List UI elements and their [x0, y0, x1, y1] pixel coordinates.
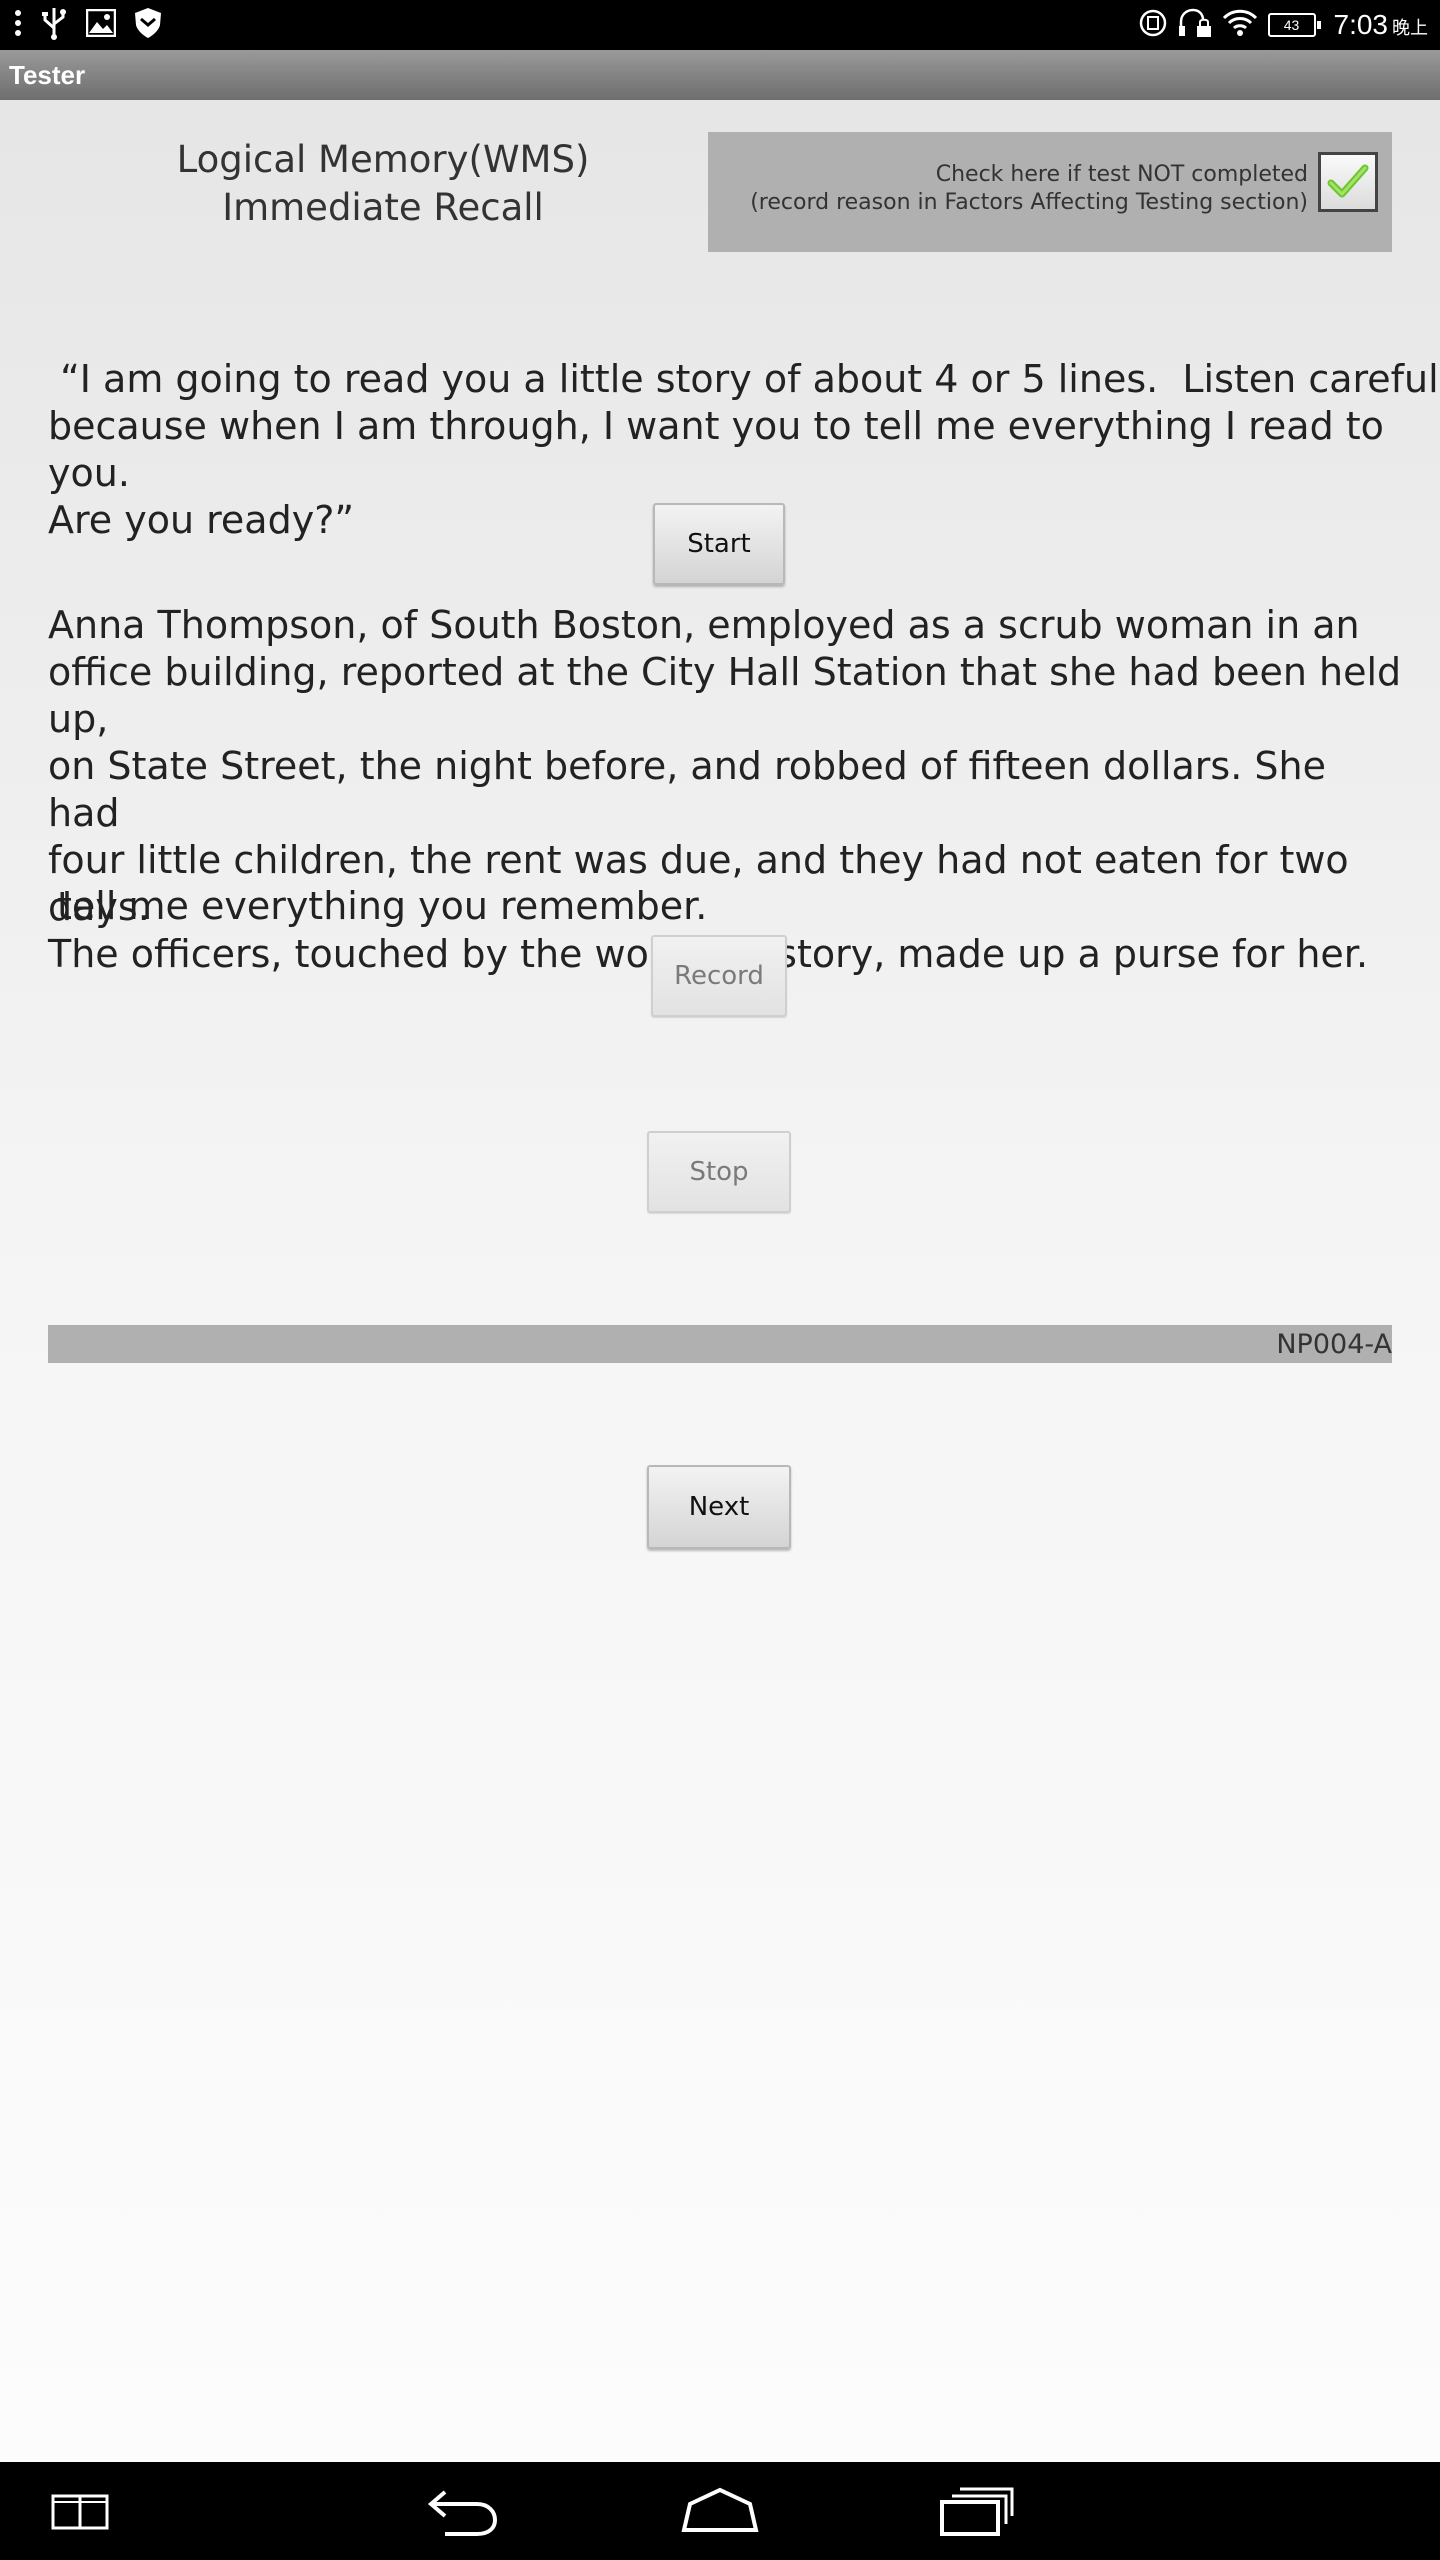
recall-prompt: tell me everything you remember.: [57, 884, 708, 928]
start-button[interactable]: Start: [653, 503, 785, 585]
back-icon[interactable]: [425, 2482, 501, 2542]
not-completed-panel: Check here if test NOT completed (record…: [708, 132, 1392, 252]
next-button[interactable]: Next: [647, 1465, 791, 1549]
menu-dots-icon: [14, 8, 22, 42]
instruction-line: “I am going to read you a little story o…: [48, 357, 1440, 401]
not-completed-hint: (record reason in Factors Affecting Test…: [750, 190, 1308, 215]
story-line: on State Street, the night before, and r…: [48, 744, 1326, 835]
instruction-line: because when I am through, I want you to…: [48, 404, 1384, 495]
story-line: Anna Thompson, of South Boston, employed…: [48, 603, 1360, 647]
test-title-line1: Logical Memory(WMS): [176, 138, 590, 181]
split-screen-icon[interactable]: [50, 2482, 110, 2542]
stop-button[interactable]: Stop: [647, 1131, 791, 1213]
wifi-icon: [1222, 8, 1258, 42]
record-button[interactable]: Record: [651, 935, 787, 1017]
form-id: NP004-A: [1276, 1329, 1392, 1360]
recent-apps-icon[interactable]: [938, 2482, 1014, 2542]
battery-icon: 43: [1267, 13, 1321, 37]
system-nav-bar: [0, 2462, 1440, 2560]
main-content: Logical Memory(WMS) Immediate Recall Che…: [0, 100, 1440, 2462]
usb-icon: [40, 6, 68, 44]
headset-lock-icon: [1178, 8, 1212, 42]
image-icon: [85, 8, 117, 41]
app-title-bar: Tester: [0, 50, 1440, 100]
app-title: Tester: [9, 60, 86, 90]
status-bar: 43 7:03 晚上: [0, 0, 1440, 50]
sync-icon: [1138, 8, 1168, 42]
clock-suffix: 晚上: [1392, 18, 1428, 39]
checkmark-icon: [1327, 164, 1369, 198]
test-title: Logical Memory(WMS) Immediate Recall: [100, 136, 666, 232]
clock-time: 7:03: [1333, 9, 1389, 40]
shield-icon: [134, 7, 162, 43]
not-completed-label: Check here if test NOT completed: [935, 162, 1308, 187]
not-completed-checkbox[interactable]: [1318, 152, 1378, 212]
home-icon[interactable]: [680, 2482, 760, 2542]
battery-level: 43: [1283, 17, 1300, 33]
form-id-bar: NP004-A: [48, 1325, 1392, 1363]
test-title-line2: Immediate Recall: [222, 186, 544, 229]
story-line: office building, reported at the City Ha…: [48, 650, 1402, 741]
